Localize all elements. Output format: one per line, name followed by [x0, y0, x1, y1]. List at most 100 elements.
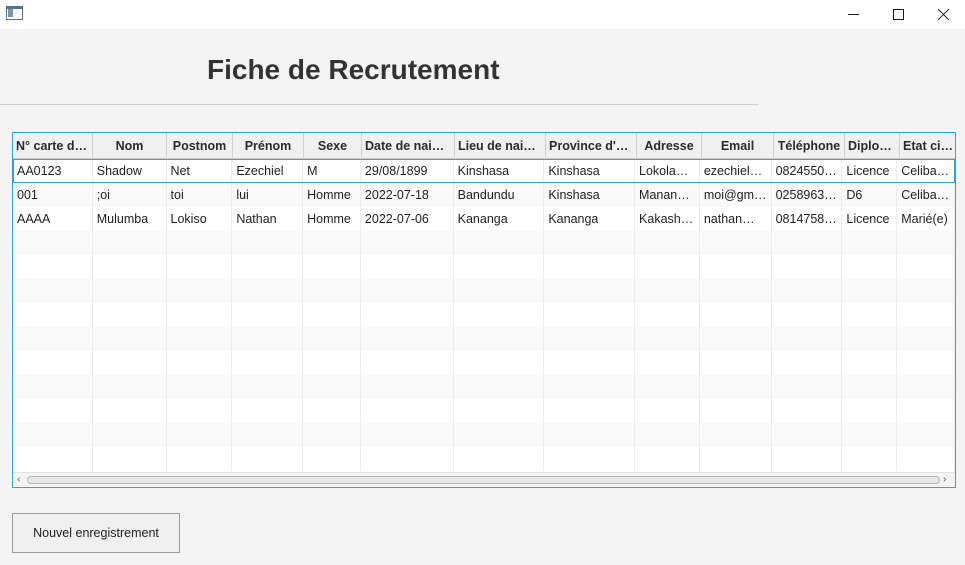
column-header[interactable]: Province d'o...: [546, 133, 637, 159]
table-cell[interactable]: [303, 375, 361, 399]
scroll-right-icon[interactable]: ›: [943, 475, 951, 485]
table-cell[interactable]: [635, 255, 700, 279]
table-cell[interactable]: [897, 351, 955, 375]
empty-table-row[interactable]: [13, 279, 955, 303]
table-cell[interactable]: [842, 375, 898, 399]
table-cell[interactable]: [842, 399, 898, 423]
column-header[interactable]: Adresse: [637, 133, 702, 159]
table-cell[interactable]: [232, 447, 304, 471]
table-cell[interactable]: [772, 351, 843, 375]
table-cell[interactable]: [454, 231, 545, 255]
table-cell[interactable]: moi@gma...: [700, 183, 772, 207]
table-cell[interactable]: [842, 447, 898, 471]
table-cell[interactable]: Bandundu: [454, 183, 545, 207]
table-cell[interactable]: [635, 423, 700, 447]
empty-table-row[interactable]: [13, 327, 955, 351]
table-cell[interactable]: [13, 327, 93, 351]
table-cell[interactable]: [842, 423, 898, 447]
table-cell[interactable]: [544, 423, 636, 447]
table-cell[interactable]: 2022-07-18: [361, 183, 454, 207]
table-cell[interactable]: Homme: [303, 207, 361, 231]
table-cell[interactable]: [13, 399, 93, 423]
table-cell[interactable]: [700, 351, 772, 375]
table-cell[interactable]: [93, 327, 167, 351]
table-cell[interactable]: ;oi: [93, 183, 167, 207]
table-cell[interactable]: Net: [167, 159, 233, 183]
table-cell[interactable]: [897, 423, 955, 447]
table-cell[interactable]: [700, 447, 772, 471]
column-header[interactable]: Email: [702, 133, 774, 159]
table-cell[interactable]: [13, 303, 93, 327]
table-cell[interactable]: [303, 399, 361, 423]
table-cell[interactable]: [897, 303, 955, 327]
table-cell[interactable]: [635, 447, 700, 471]
table-cell[interactable]: [454, 279, 545, 303]
table-cell[interactable]: [232, 231, 304, 255]
table-cell[interactable]: [361, 423, 454, 447]
table-cell[interactable]: [544, 303, 636, 327]
table-cell[interactable]: [897, 327, 955, 351]
column-header[interactable]: Sexe: [304, 133, 362, 159]
table-cell[interactable]: [361, 231, 454, 255]
table-cell[interactable]: [700, 399, 772, 423]
table-cell[interactable]: [544, 375, 636, 399]
table-row[interactable]: AAAA Mulumba Lokiso Nathan Homme 2022-07-06 Ka…: [13, 207, 955, 231]
table-cell[interactable]: M: [303, 159, 361, 183]
table-cell[interactable]: Marié(e): [897, 207, 955, 231]
table-cell[interactable]: [361, 399, 454, 423]
table-cell[interactable]: Lokolam...: [635, 159, 700, 183]
table-cell[interactable]: [167, 375, 233, 399]
table-cell[interactable]: [303, 255, 361, 279]
table-cell[interactable]: 29/08/1899: [361, 159, 454, 183]
table-cell[interactable]: Kakashi ...: [635, 207, 700, 231]
table-cell[interactable]: 0824550480: [772, 159, 843, 183]
table-cell[interactable]: [167, 279, 233, 303]
table-cell[interactable]: [454, 423, 545, 447]
column-header[interactable]: Lieu de naiss...: [455, 133, 546, 159]
table-cell[interactable]: [93, 447, 167, 471]
table-cell[interactable]: [544, 447, 636, 471]
table-cell[interactable]: Manana ...: [635, 183, 700, 207]
table-cell[interactable]: [700, 303, 772, 327]
table-cell[interactable]: Ezechiel: [232, 159, 304, 183]
table-cell[interactable]: [167, 423, 233, 447]
table-cell[interactable]: [635, 279, 700, 303]
table-cell[interactable]: [13, 351, 93, 375]
table-row[interactable]: AA0123 Shadow Net Ezechiel M 29/08/1899 Kinsha…: [13, 159, 955, 183]
table-cell[interactable]: [635, 303, 700, 327]
table-cell[interactable]: [454, 255, 545, 279]
table-cell[interactable]: [361, 447, 454, 471]
table-cell[interactable]: [700, 423, 772, 447]
column-header[interactable]: Téléphone: [774, 133, 845, 159]
table-cell[interactable]: [544, 231, 636, 255]
table-cell[interactable]: [700, 375, 772, 399]
table-cell[interactable]: [454, 303, 545, 327]
table-cell[interactable]: [772, 255, 843, 279]
table-cell[interactable]: Kananga: [454, 207, 545, 231]
table-cell[interactable]: [303, 351, 361, 375]
table-cell[interactable]: [454, 399, 545, 423]
table-cell[interactable]: Kinshasa: [454, 159, 545, 183]
table-cell[interactable]: [635, 351, 700, 375]
empty-table-row[interactable]: [13, 447, 955, 471]
table-cell[interactable]: AA0123: [13, 159, 93, 183]
table-cell[interactable]: [93, 303, 167, 327]
table-cell[interactable]: [13, 231, 93, 255]
table-cell[interactable]: [897, 375, 955, 399]
table-cell[interactable]: [232, 351, 304, 375]
table-cell[interactable]: Nathan: [232, 207, 304, 231]
empty-table-row[interactable]: [13, 303, 955, 327]
table-cell[interactable]: [167, 399, 233, 423]
table-cell[interactable]: [544, 255, 636, 279]
table-cell[interactable]: [544, 399, 636, 423]
table-cell[interactable]: [93, 423, 167, 447]
table-cell[interactable]: [167, 447, 233, 471]
column-header[interactable]: Nom: [93, 133, 167, 159]
table-cell[interactable]: [772, 231, 843, 255]
table-cell[interactable]: [93, 351, 167, 375]
table-cell[interactable]: 2022-07-06: [361, 207, 454, 231]
table-cell[interactable]: [361, 351, 454, 375]
table-cell[interactable]: [635, 399, 700, 423]
table-cell[interactable]: [842, 303, 898, 327]
table-cell[interactable]: [772, 399, 843, 423]
